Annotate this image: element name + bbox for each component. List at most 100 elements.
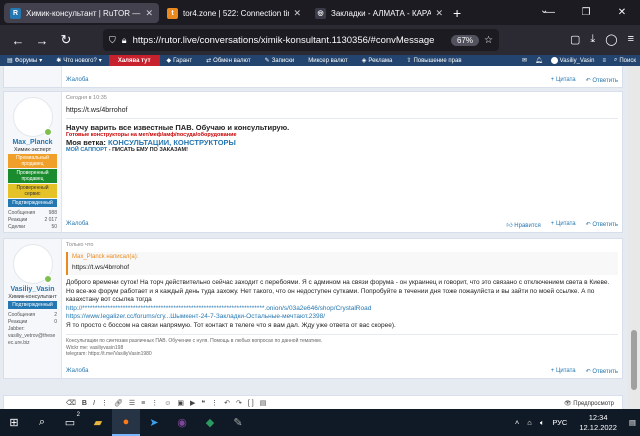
notifications-icon[interactable]: ▤ xyxy=(629,418,636,427)
zoom-level[interactable]: 67% xyxy=(451,34,480,46)
file-explorer-icon[interactable]: ▰ xyxy=(84,409,112,436)
app-icon-2[interactable]: ✎ xyxy=(224,409,252,436)
tab-tor4[interactable]: t tor4.zone | 522: Connection tim ✕ xyxy=(161,3,307,23)
lock-icon[interactable]: 🔒︎ xyxy=(122,35,127,46)
close-tab-icon[interactable]: ✕ xyxy=(293,8,301,19)
reply-link[interactable]: ↶ Ответить xyxy=(586,368,618,375)
task-view-icon[interactable]: ▭ 2 xyxy=(56,409,84,436)
page-scrollbar[interactable] xyxy=(628,66,640,409)
clear-format-icon[interactable]: ⌫ xyxy=(66,399,76,407)
post-body-link[interactable]: https://t.ws/4brrohof xyxy=(66,107,618,114)
like-link[interactable]: 👍︎ Нравится xyxy=(506,221,540,229)
more-text-icon[interactable]: ⋮ xyxy=(101,399,108,407)
complaint-link[interactable]: Жалоба xyxy=(66,368,89,375)
close-window-icon[interactable]: ✕ xyxy=(604,0,640,25)
drafts-icon[interactable]: ▤ xyxy=(260,399,267,407)
account-icon[interactable]: ◯ xyxy=(605,33,617,46)
post-date[interactable]: Сегодня в 10:35 xyxy=(66,95,618,101)
menu-guarantor[interactable]: ◆ Гарант xyxy=(160,57,200,65)
user-menu[interactable]: Vasiliy_Vasin xyxy=(550,57,594,64)
link-icon[interactable]: 🔗︎ xyxy=(114,399,123,407)
bbcode-icon[interactable]: [ ] xyxy=(248,400,254,407)
minimize-icon[interactable]: — xyxy=(532,0,568,25)
complaint-link[interactable]: Жалоба xyxy=(66,221,89,229)
menu-forums[interactable]: ▤ Форумы ▾ xyxy=(0,57,49,65)
emoji-icon[interactable]: ☺ xyxy=(164,400,171,407)
scrollbar-thumb[interactable] xyxy=(631,330,637,390)
new-tab-button[interactable]: + xyxy=(453,5,461,21)
envelope-icon[interactable]: ✉ xyxy=(522,57,527,64)
telegram-link[interactable]: telegram: https://t.me/VasiliyVasin1980 xyxy=(66,351,618,358)
download-icon[interactable]: ⤓ xyxy=(590,33,595,46)
language-indicator[interactable]: РУС xyxy=(552,418,567,427)
start-icon[interactable]: ⊞ xyxy=(0,409,28,436)
close-tab-icon[interactable]: ✕ xyxy=(435,8,443,19)
media-icon[interactable]: ▶ xyxy=(190,399,195,407)
back-icon[interactable]: ← xyxy=(6,33,30,48)
menu-freebies[interactable]: Халява тут xyxy=(108,55,160,66)
menu-more[interactable]: ≡ xyxy=(602,58,606,64)
quote-link[interactable]: + Цитата xyxy=(551,368,576,375)
telegram-icon[interactable]: ➤ xyxy=(140,409,168,436)
url-text[interactable]: https://rutor.live/conversations/ximik-k… xyxy=(133,35,447,46)
search-icon[interactable]: ⌕ xyxy=(28,409,56,436)
avatar[interactable] xyxy=(12,244,53,284)
bookmark-star-icon[interactable]: ☆ xyxy=(484,35,493,46)
support-link[interactable]: МОЙ САППОРТ xyxy=(66,147,107,153)
forward-icon[interactable]: → xyxy=(30,33,54,48)
reply-link[interactable]: ↶ Ответить xyxy=(586,77,618,84)
clock[interactable]: 12:34 12.12.2022 xyxy=(579,413,617,433)
image-icon[interactable]: ▣ xyxy=(177,399,184,407)
shield-icon[interactable]: ⛉ xyxy=(109,35,116,46)
tab-khimik[interactable]: R Химик-консультант | RuTOR — гла ✕ xyxy=(4,3,159,23)
branch-link[interactable]: КОНСУЛЬТАЦИИ, КОНСТРУКТОРЫ xyxy=(108,138,236,147)
complaint-link[interactable]: Жалоба xyxy=(66,77,89,84)
redo-icon[interactable]: ↷ xyxy=(236,399,242,407)
firefox-icon[interactable]: ● xyxy=(112,409,140,436)
pocket-icon[interactable]: ▢ xyxy=(570,33,580,46)
app-icon[interactable]: ◆ xyxy=(196,409,224,436)
menu-notes[interactable]: ✎ Записки xyxy=(258,57,302,65)
volume-icon[interactable]: 🔈︎ xyxy=(540,418,545,428)
chevron-up-icon[interactable]: ˄ xyxy=(515,418,519,427)
quote-link[interactable]: + Цитата xyxy=(551,221,576,229)
online-indicator xyxy=(43,128,52,136)
badge-premium: Премиальный продавец xyxy=(8,154,57,168)
menu-whats-new[interactable]: ✱ Что нового? ▾ xyxy=(49,57,109,65)
menu-mixer[interactable]: Миксер валют xyxy=(301,58,354,64)
network-icon[interactable]: ⌂ xyxy=(527,418,532,427)
menu-icon[interactable]: ≡ xyxy=(628,33,634,46)
maximize-icon[interactable]: ❐ xyxy=(568,0,604,25)
italic-icon[interactable]: I xyxy=(93,400,95,407)
menu-ads[interactable]: ◈ Реклама xyxy=(355,57,400,65)
close-tab-icon[interactable]: ✕ xyxy=(145,8,153,19)
menu-exchange[interactable]: ⇄ Обмен валют xyxy=(199,57,258,65)
reply-link[interactable]: ↶ Ответить xyxy=(586,221,618,229)
address-bar[interactable]: ⛉ 🔒︎ https://rutor.live/conversations/xi… xyxy=(103,29,499,51)
post-date[interactable]: Только что xyxy=(66,242,618,248)
author-name[interactable]: Max_Planck xyxy=(4,139,61,146)
align-icon[interactable]: ≡ xyxy=(141,400,145,407)
list-icon[interactable]: ☰ xyxy=(129,399,135,407)
more-insert-icon[interactable]: ⋮ xyxy=(211,399,218,407)
onion-link[interactable]: http://*********************************… xyxy=(66,305,371,312)
search-button[interactable]: ⌕ Поиск xyxy=(614,57,636,64)
more-paragraph-icon[interactable]: ⋮ xyxy=(151,399,158,407)
tab-zakladki[interactable]: ◎ Закладки - АЛМАТА - КАРАГА ✕ xyxy=(309,3,449,23)
author-name[interactable]: Vasiliy_Vasin xyxy=(4,286,61,293)
preview-button[interactable]: 👁︎ Предпросмотр xyxy=(564,400,614,407)
chevron-down-icon: ▾ xyxy=(39,58,43,64)
quote-link[interactable]: + Цитата xyxy=(551,77,576,84)
menu-upgrade[interactable]: ⇧ Повышение прав xyxy=(399,57,468,65)
avatar[interactable] xyxy=(12,97,53,137)
bold-icon[interactable]: B xyxy=(82,400,87,407)
alerts-icon[interactable]: 🔔︎ xyxy=(535,57,543,64)
undo-icon[interactable]: ↶ xyxy=(224,399,230,407)
quote-icon[interactable]: ❝ xyxy=(201,399,205,407)
quote-author[interactable]: Max_Planck написал(а): xyxy=(72,254,614,260)
legalizer-link[interactable]: https://www.legalizer.cc/forums/сгу...Шы… xyxy=(66,313,325,320)
reply-editor[interactable]: ⌫ B I ⋮ 🔗︎ ☰ ≡ ⋮ ☺ ▣ ▶ ❝ ⋮ ↶ ↷ [ ] ▤ 👁︎ … xyxy=(3,395,623,409)
tor-browser-icon[interactable]: ◉ xyxy=(168,409,196,436)
message-post-max-planck: Max_Planck Химик-эксперт Премиальный про… xyxy=(3,91,623,233)
reload-icon[interactable]: ↻ xyxy=(54,32,78,48)
